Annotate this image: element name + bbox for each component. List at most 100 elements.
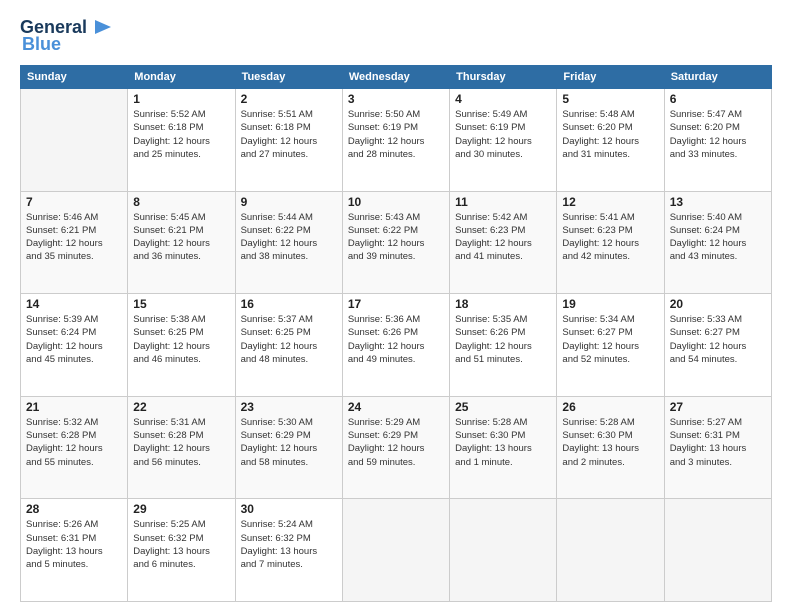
day-number: 13 xyxy=(670,195,766,209)
day-info: Sunrise: 5:44 AMSunset: 6:22 PMDaylight:… xyxy=(241,211,337,264)
calendar-cell: 5 Sunrise: 5:48 AMSunset: 6:20 PMDaylight… xyxy=(557,89,664,192)
calendar-cell: 6Sunrise: 5:47 AMSunset: 6:20 PMDaylight… xyxy=(664,89,771,192)
day-info: Sunrise: 5:45 AMSunset: 6:21 PMDaylight:… xyxy=(133,211,229,264)
day-number: 25 xyxy=(455,400,551,414)
calendar-cell: 14 Sunrise: 5:39 AMSunset: 6:24 PMDayligh… xyxy=(21,294,128,397)
day-info: Sunrise: 5:36 AMSunset: 6:26 PMDaylight:… xyxy=(348,313,444,366)
day-number: 18 xyxy=(455,297,551,311)
day-info: Sunrise: 5:51 AMSunset: 6:18 PMDaylight:… xyxy=(241,108,337,161)
weekday-header: Wednesday xyxy=(342,66,449,89)
calendar-cell: 18Sunrise: 5:35 AMSunset: 6:26 PMDayligh… xyxy=(450,294,557,397)
day-number: 3 xyxy=(348,92,444,106)
calendar-cell: 2 Sunrise: 5:51 AMSunset: 6:18 PMDaylight… xyxy=(235,89,342,192)
calendar-week-row: 1 Sunrise: 5:52 AMSunset: 6:18 PMDaylight… xyxy=(21,89,772,192)
day-number: 7 xyxy=(26,195,122,209)
day-info: Sunrise: 5:25 AMSunset: 6:32 PMDaylight:… xyxy=(133,518,229,571)
calendar-cell: 26 Sunrise: 5:28 AMSunset: 6:30 PMDayligh… xyxy=(557,396,664,499)
day-info: Sunrise: 5:28 AMSunset: 6:30 PMDaylight:… xyxy=(455,416,551,469)
calendar-cell xyxy=(557,499,664,602)
calendar-cell: 28 Sunrise: 5:26 AMSunset: 6:31 PMDayligh… xyxy=(21,499,128,602)
calendar-cell xyxy=(664,499,771,602)
calendar-cell: 29 Sunrise: 5:25 AMSunset: 6:32 PMDayligh… xyxy=(128,499,235,602)
day-number: 30 xyxy=(241,502,337,516)
day-number: 20 xyxy=(670,297,766,311)
calendar-header-row: SundayMondayTuesdayWednesdayThursdayFrid… xyxy=(21,66,772,89)
calendar-cell: 16 Sunrise: 5:37 AMSunset: 6:25 PMDayligh… xyxy=(235,294,342,397)
day-info: Sunrise: 5:41 AMSunset: 6:23 PMDaylight:… xyxy=(562,211,658,264)
day-number: 24 xyxy=(348,400,444,414)
calendar-cell: 12 Sunrise: 5:41 AMSunset: 6:23 PMDayligh… xyxy=(557,191,664,294)
day-info: Sunrise: 5:42 AMSunset: 6:23 PMDaylight:… xyxy=(455,211,551,264)
day-info: Sunrise: 5:49 AMSunset: 6:19 PMDaylight:… xyxy=(455,108,551,161)
calendar-cell: 17 Sunrise: 5:36 AMSunset: 6:26 PMDayligh… xyxy=(342,294,449,397)
day-number: 11 xyxy=(455,195,551,209)
weekday-header: Thursday xyxy=(450,66,557,89)
day-info: Sunrise: 5:33 AMSunset: 6:27 PMDaylight:… xyxy=(670,313,766,366)
weekday-header: Sunday xyxy=(21,66,128,89)
day-number: 14 xyxy=(26,297,122,311)
day-info: Sunrise: 5:40 AMSunset: 6:24 PMDaylight:… xyxy=(670,211,766,264)
day-info: Sunrise: 5:37 AMSunset: 6:25 PMDaylight:… xyxy=(241,313,337,366)
calendar-cell: 9 Sunrise: 5:44 AMSunset: 6:22 PMDaylight… xyxy=(235,191,342,294)
day-number: 15 xyxy=(133,297,229,311)
day-number: 8 xyxy=(133,195,229,209)
day-number: 28 xyxy=(26,502,122,516)
day-info: Sunrise: 5:39 AMSunset: 6:24 PMDaylight:… xyxy=(26,313,122,366)
day-info: Sunrise: 5:46 AMSunset: 6:21 PMDaylight:… xyxy=(26,211,122,264)
day-number: 16 xyxy=(241,297,337,311)
calendar-table: SundayMondayTuesdayWednesdayThursdayFrid… xyxy=(20,65,772,602)
calendar-cell: 21 Sunrise: 5:32 AMSunset: 6:28 PMDayligh… xyxy=(21,396,128,499)
calendar-week-row: 7 Sunrise: 5:46 AMSunset: 6:21 PMDaylight… xyxy=(21,191,772,294)
calendar-cell xyxy=(342,499,449,602)
day-number: 19 xyxy=(562,297,658,311)
calendar-cell: 20 Sunrise: 5:33 AMSunset: 6:27 PMDayligh… xyxy=(664,294,771,397)
day-number: 2 xyxy=(241,92,337,106)
day-info: Sunrise: 5:32 AMSunset: 6:28 PMDaylight:… xyxy=(26,416,122,469)
calendar-cell: 15 Sunrise: 5:38 AMSunset: 6:25 PMDayligh… xyxy=(128,294,235,397)
day-number: 29 xyxy=(133,502,229,516)
day-number: 22 xyxy=(133,400,229,414)
calendar-cell: 4 Sunrise: 5:49 AMSunset: 6:19 PMDaylight… xyxy=(450,89,557,192)
day-info: Sunrise: 5:38 AMSunset: 6:25 PMDaylight:… xyxy=(133,313,229,366)
calendar-cell: 25 Sunrise: 5:28 AMSunset: 6:30 PMDayligh… xyxy=(450,396,557,499)
page-header: General Blue xyxy=(20,18,772,55)
day-info: Sunrise: 5:24 AMSunset: 6:32 PMDaylight:… xyxy=(241,518,337,571)
day-number: 9 xyxy=(241,195,337,209)
day-info: Sunrise: 5:28 AMSunset: 6:30 PMDaylight:… xyxy=(562,416,658,469)
calendar-cell: 24 Sunrise: 5:29 AMSunset: 6:29 PMDayligh… xyxy=(342,396,449,499)
day-info: Sunrise: 5:27 AMSunset: 6:31 PMDaylight:… xyxy=(670,416,766,469)
calendar-cell: 30 Sunrise: 5:24 AMSunset: 6:32 PMDayligh… xyxy=(235,499,342,602)
calendar-cell: 10 Sunrise: 5:43 AMSunset: 6:22 PMDayligh… xyxy=(342,191,449,294)
day-info: Sunrise: 5:52 AMSunset: 6:18 PMDaylight:… xyxy=(133,108,229,161)
calendar-cell xyxy=(21,89,128,192)
calendar-cell: 7 Sunrise: 5:46 AMSunset: 6:21 PMDaylight… xyxy=(21,191,128,294)
day-info: Sunrise: 5:26 AMSunset: 6:31 PMDaylight:… xyxy=(26,518,122,571)
day-number: 12 xyxy=(562,195,658,209)
day-number: 4 xyxy=(455,92,551,106)
calendar-cell: 19 Sunrise: 5:34 AMSunset: 6:27 PMDayligh… xyxy=(557,294,664,397)
weekday-header: Friday xyxy=(557,66,664,89)
day-number: 26 xyxy=(562,400,658,414)
calendar-cell: 27 Sunrise: 5:27 AMSunset: 6:31 PMDayligh… xyxy=(664,396,771,499)
day-info: Sunrise: 5:34 AMSunset: 6:27 PMDaylight:… xyxy=(562,313,658,366)
logo: General Blue xyxy=(20,18,113,55)
day-number: 5 xyxy=(562,92,658,106)
calendar-week-row: 21 Sunrise: 5:32 AMSunset: 6:28 PMDayligh… xyxy=(21,396,772,499)
day-info: Sunrise: 5:48 AMSunset: 6:20 PMDaylight:… xyxy=(562,108,658,161)
day-number: 17 xyxy=(348,297,444,311)
calendar-cell: 8 Sunrise: 5:45 AMSunset: 6:21 PMDaylight… xyxy=(128,191,235,294)
day-number: 21 xyxy=(26,400,122,414)
day-number: 27 xyxy=(670,400,766,414)
day-info: Sunrise: 5:43 AMSunset: 6:22 PMDaylight:… xyxy=(348,211,444,264)
calendar-cell: 1 Sunrise: 5:52 AMSunset: 6:18 PMDaylight… xyxy=(128,89,235,192)
day-info: Sunrise: 5:30 AMSunset: 6:29 PMDaylight:… xyxy=(241,416,337,469)
calendar-cell: 22Sunrise: 5:31 AMSunset: 6:28 PMDayligh… xyxy=(128,396,235,499)
calendar-cell: 11 Sunrise: 5:42 AMSunset: 6:23 PMDayligh… xyxy=(450,191,557,294)
day-number: 10 xyxy=(348,195,444,209)
day-info: Sunrise: 5:29 AMSunset: 6:29 PMDaylight:… xyxy=(348,416,444,469)
day-number: 1 xyxy=(133,92,229,106)
day-number: 23 xyxy=(241,400,337,414)
calendar-week-row: 14 Sunrise: 5:39 AMSunset: 6:24 PMDayligh… xyxy=(21,294,772,397)
weekday-header: Saturday xyxy=(664,66,771,89)
calendar-cell: 3Sunrise: 5:50 AMSunset: 6:19 PMDaylight… xyxy=(342,89,449,192)
